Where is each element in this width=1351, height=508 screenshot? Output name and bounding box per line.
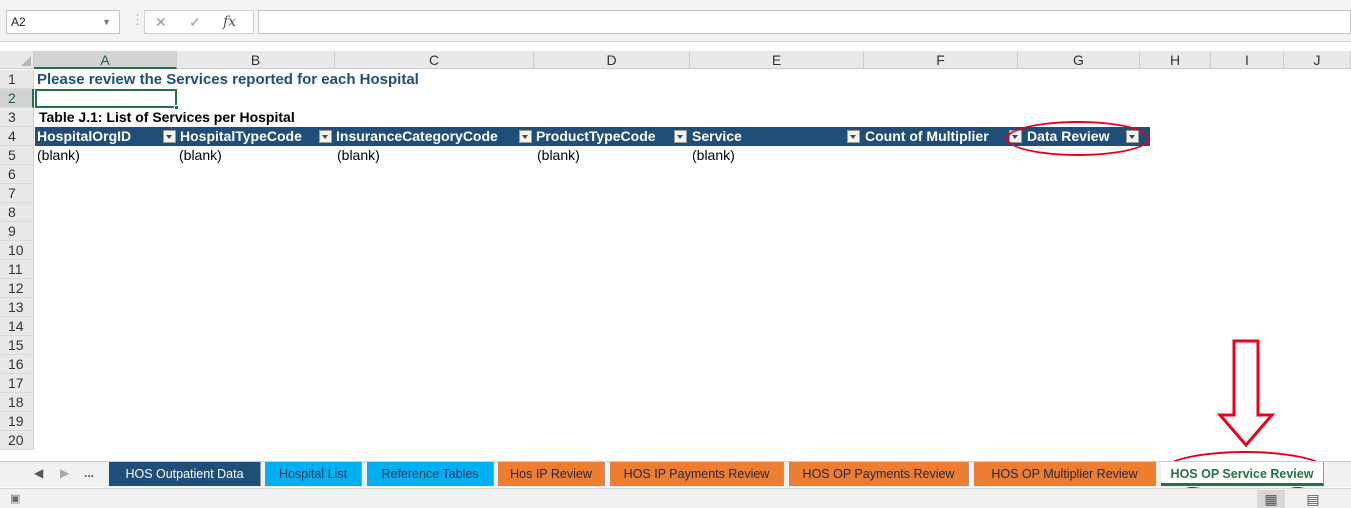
row-header[interactable]: 8 [0, 203, 34, 222]
row-header[interactable]: 5 [0, 146, 34, 165]
formula-bar: A2 ▼ ⋮ ✕ ✓ fx [0, 0, 1351, 42]
tab-hos-ip-payments-review[interactable]: HOS IP Payments Review [610, 462, 784, 486]
header-count-of-multiplier[interactable]: Count of Multiplier [863, 127, 998, 146]
row-header[interactable]: 14 [0, 317, 34, 336]
cancel-icon[interactable]: ✕ [155, 11, 167, 33]
cell-b5[interactable]: (blank) [177, 146, 222, 165]
row-header[interactable]: 7 [0, 184, 34, 203]
tab-hos-op-payments-review[interactable]: HOS OP Payments Review [789, 462, 969, 486]
column-header-g[interactable]: G [1018, 51, 1140, 69]
sheet-tab-bar: ◀ ▶ ... HOS Outpatient Data Hospital Lis… [0, 461, 1351, 487]
row-header[interactable]: 4 [0, 127, 34, 146]
row-header[interactable]: 2 [0, 89, 34, 108]
tab-hos-op-service-review[interactable]: HOS OP Service Review [1161, 462, 1324, 486]
function-icon[interactable]: fx [223, 11, 236, 33]
status-bar: ▣ ▦ ▤ [0, 488, 1351, 508]
row-header[interactable]: 13 [0, 298, 34, 317]
tab-more-ellipsis[interactable]: ... [84, 466, 94, 480]
row-header[interactable]: 11 [0, 260, 34, 279]
filter-dropdown-icon[interactable] [674, 130, 687, 143]
page-layout-view-icon[interactable]: ▤ [1301, 490, 1325, 508]
header-hospitaltypecode[interactable]: HospitalTypeCode [178, 127, 318, 146]
column-header-i[interactable]: I [1211, 51, 1284, 69]
column-header-f[interactable]: F [864, 51, 1018, 69]
filter-dropdown-icon[interactable] [519, 130, 532, 143]
row-header[interactable]: 3 [0, 108, 34, 127]
selected-cell-a2[interactable] [35, 89, 177, 108]
cell-e5[interactable]: (blank) [690, 146, 735, 165]
filter-dropdown-icon[interactable] [319, 130, 332, 143]
tab-hos-outpatient-data[interactable]: HOS Outpatient Data [109, 462, 261, 486]
row-header[interactable]: 15 [0, 336, 34, 355]
cell-area[interactable]: Please review the Services reported for … [35, 70, 1351, 459]
column-header-h[interactable]: H [1140, 51, 1211, 69]
sheet-title: Please review the Services reported for … [37, 71, 419, 88]
dropdown-icon[interactable]: ▼ [102, 11, 111, 33]
select-all-corner[interactable] [0, 51, 34, 69]
table-caption: Table J.1: List of Services per Hospital [39, 109, 295, 125]
row-header[interactable]: 18 [0, 393, 34, 412]
name-box-value: A2 [11, 15, 26, 29]
tab-scroll-right-icon[interactable]: ▶ [60, 466, 69, 480]
row-header[interactable]: 6 [0, 165, 34, 184]
down-arrow-annotation-icon [1216, 339, 1276, 448]
data-review-highlight-ring [1006, 121, 1150, 156]
tab-hos-ip-review[interactable]: Hos IP Review [498, 462, 605, 486]
row-header[interactable]: 10 [0, 241, 34, 260]
header-hospitalorgid[interactable]: HospitalOrgID [35, 127, 160, 146]
name-box[interactable]: A2 ▼ [6, 10, 120, 34]
enter-icon[interactable]: ✓ [189, 11, 201, 33]
header-producttypecode[interactable]: ProductTypeCode [534, 127, 667, 146]
row-header[interactable]: 17 [0, 374, 34, 393]
formula-icons: ✕ ✓ fx [144, 10, 254, 34]
column-header-j[interactable]: J [1284, 51, 1351, 69]
column-header-c[interactable]: C [335, 51, 534, 69]
row-header[interactable]: 12 [0, 279, 34, 298]
filter-dropdown-icon[interactable] [847, 130, 860, 143]
filter-dropdown-icon[interactable] [163, 130, 176, 143]
tab-scroll-left-icon[interactable]: ◀ [34, 466, 43, 480]
row-header[interactable]: 16 [0, 355, 34, 374]
row-header[interactable]: 1 [0, 70, 34, 89]
normal-view-icon[interactable]: ▦ [1257, 490, 1285, 508]
cell-mode-icon: ▣ [10, 493, 21, 505]
tab-reference-tables[interactable]: Reference Tables [367, 462, 494, 486]
formula-input[interactable] [258, 10, 1351, 34]
column-header-b[interactable]: B [177, 51, 335, 69]
column-header-a[interactable]: A [34, 51, 177, 69]
tab-hospital-list[interactable]: Hospital List [265, 462, 362, 486]
header-insurancecategorycode[interactable]: InsuranceCategoryCode [334, 127, 515, 146]
row-header[interactable]: 9 [0, 222, 34, 241]
formula-bar-separator: ⋮ [131, 12, 144, 27]
cell-a5[interactable]: (blank) [35, 146, 80, 165]
header-service[interactable]: Service [690, 127, 840, 146]
row-header[interactable]: 19 [0, 412, 34, 431]
column-header-e[interactable]: E [690, 51, 864, 69]
column-header-d[interactable]: D [534, 51, 690, 69]
tab-hos-op-multiplier-review[interactable]: HOS OP Multiplier Review [974, 462, 1156, 486]
worksheet-grid: A B C D E F G H I J 1 2 3 4 5 6 7 8 9 10… [0, 51, 1351, 459]
excel-window: A2 ▼ ⋮ ✕ ✓ fx A B C D E F G H I J 1 2 3 … [0, 0, 1351, 508]
row-header[interactable]: 20 [0, 431, 34, 450]
cell-c5[interactable]: (blank) [335, 146, 380, 165]
cell-d5[interactable]: (blank) [535, 146, 580, 165]
table-header-row: HospitalOrgID HospitalTypeCode Insurance… [35, 127, 1150, 146]
